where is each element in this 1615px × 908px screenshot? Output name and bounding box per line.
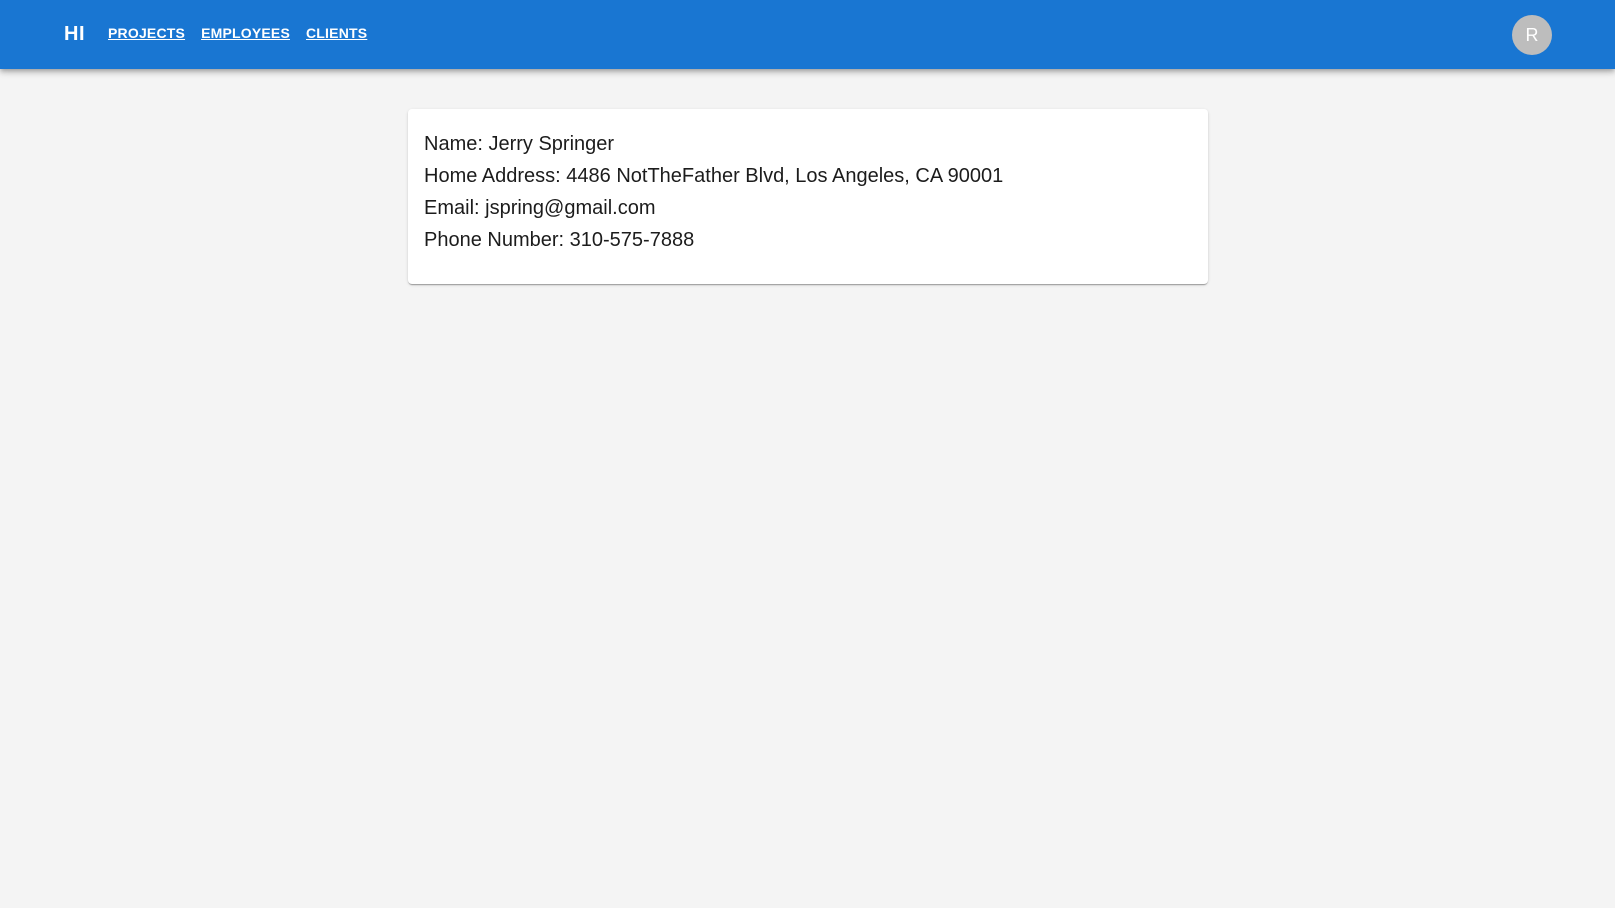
client-email: Email: jspring@gmail.com — [424, 197, 656, 219]
main-nav: PROJECTS EMPLOYEES CLIENTS — [108, 25, 367, 42]
client-address: Home Address: 4486 NotTheFather Blvd, Lo… — [424, 165, 1004, 187]
user-avatar[interactable]: R — [1512, 15, 1552, 55]
nav-link-employees[interactable]: EMPLOYEES — [201, 25, 290, 42]
nav-link-projects[interactable]: PROJECTS — [108, 25, 185, 42]
app-bar: HI PROJECTS EMPLOYEES CLIENTS R — [0, 0, 1615, 69]
client-phone: Phone Number: 310-575-7888 — [424, 229, 695, 251]
client-details-card: Name: Jerry Springer Home Address: 4486 … — [408, 109, 1208, 284]
brand-logo[interactable]: HI — [64, 22, 85, 46]
nav-link-clients[interactable]: CLIENTS — [306, 25, 367, 42]
client-name: Name: Jerry Springer — [424, 133, 615, 155]
